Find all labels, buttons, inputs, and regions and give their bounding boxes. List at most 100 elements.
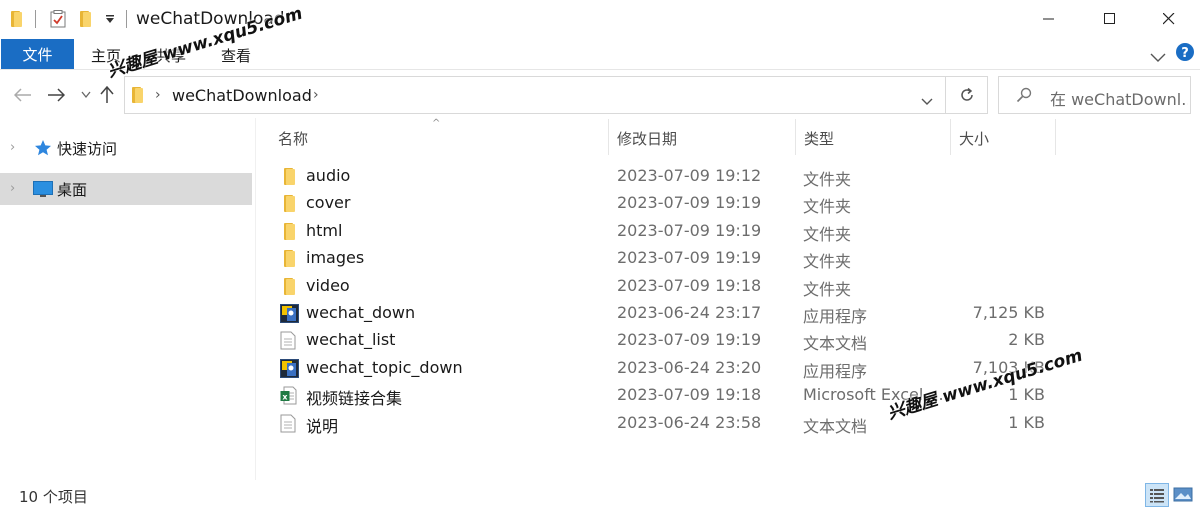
- recent-locations-icon[interactable]: [75, 84, 97, 106]
- maximize-button[interactable]: [1087, 0, 1133, 38]
- toolbar-divider: [35, 10, 36, 28]
- table-row[interactable]: html 2023-07-09 19:19 文件夹: [272, 218, 1057, 245]
- file-name: 视频链接合集: [306, 389, 403, 409]
- sort-ascending-icon: ^: [432, 118, 441, 129]
- desktop-icon: [33, 181, 53, 201]
- help-icon[interactable]: ?: [1175, 42, 1195, 66]
- file-type: 应用程序: [803, 361, 868, 381]
- tab-file[interactable]: 文件: [1, 39, 74, 69]
- file-type: 文本文档: [803, 416, 868, 436]
- column-divider[interactable]: [795, 119, 796, 155]
- close-button[interactable]: [1146, 0, 1192, 38]
- column-header-date[interactable]: 修改日期: [617, 128, 677, 149]
- status-item-count: 10 个项目: [19, 488, 88, 506]
- folder-icon: [131, 87, 145, 103]
- sidebar-item-quick-access[interactable]: › 快速访问: [0, 132, 252, 164]
- file-name: html: [306, 220, 343, 240]
- properties-icon[interactable]: [49, 9, 67, 29]
- file-name: audio: [306, 166, 351, 185]
- file-date: 2023-06-24 23:58: [617, 412, 762, 432]
- column-header-type[interactable]: 类型: [804, 128, 834, 149]
- forward-icon[interactable]: [45, 84, 67, 106]
- search-icon: [1016, 87, 1032, 107]
- file-date: 2023-06-24 23:17: [617, 303, 762, 322]
- sidebar-item-desktop[interactable]: › 桌面: [0, 173, 252, 205]
- text-file-icon: [280, 414, 298, 433]
- search-input[interactable]: 在 weChatDownl...: [998, 76, 1191, 114]
- file-name: wechat_topic_down: [306, 357, 463, 377]
- search-placeholder: 在 weChatDownl...: [1050, 90, 1188, 109]
- column-divider[interactable]: [608, 119, 609, 155]
- chevron-right-icon[interactable]: ›: [10, 140, 15, 155]
- table-row[interactable]: images 2023-07-09 19:19 文件夹: [272, 245, 1057, 272]
- file-type: 文本文档: [803, 334, 868, 354]
- sidebar-item-label: 快速访问: [57, 140, 118, 158]
- file-date: 2023-07-09 19:19: [617, 248, 762, 268]
- file-date: 2023-07-09 19:19: [617, 220, 762, 240]
- file-name: 说明: [306, 416, 339, 436]
- file-type: 文件夹: [803, 170, 852, 189]
- table-row[interactable]: audio 2023-07-09 19:12 文件夹: [272, 163, 1057, 190]
- file-type: 文件夹: [803, 279, 852, 299]
- app-icon: [280, 358, 299, 378]
- customize-toolbar-icon[interactable]: [104, 9, 116, 29]
- details-view-icon[interactable]: [1145, 483, 1169, 507]
- svg-text:x: x: [282, 392, 288, 401]
- file-date: 2023-07-09 19:18: [617, 275, 762, 295]
- toolbar-divider: [126, 10, 127, 28]
- file-name: images: [306, 248, 365, 268]
- file-name: video: [306, 275, 350, 295]
- table-row[interactable]: wechat_down 2023-06-24 23:17 应用程序 7,125 KB: [272, 300, 1057, 327]
- back-icon[interactable]: [12, 84, 34, 106]
- pane-divider[interactable]: [255, 118, 256, 480]
- address-bar[interactable]: › weChatDownload ›: [124, 76, 946, 114]
- file-type: 应用程序: [803, 307, 868, 326]
- title-bar: weChatDownload: [0, 0, 1200, 38]
- expand-ribbon-icon[interactable]: [1150, 48, 1166, 67]
- file-name: cover: [306, 193, 351, 213]
- folder-icon: [280, 167, 298, 186]
- chevron-right-icon[interactable]: ›: [10, 181, 15, 196]
- minimize-button[interactable]: [1026, 0, 1072, 38]
- file-type: 文件夹: [803, 252, 852, 272]
- file-date: 2023-07-09 19:18: [617, 385, 762, 405]
- column-divider[interactable]: [950, 119, 951, 155]
- file-date: 2023-07-09 19:19: [617, 330, 762, 350]
- sidebar-item-label: 桌面: [57, 181, 88, 199]
- excel-icon: x: [280, 386, 298, 405]
- file-size: 1 KB: [1008, 412, 1045, 432]
- navigation-pane: › 快速访问 › 桌面: [0, 118, 255, 478]
- breadcrumb-chevron-icon[interactable]: ›: [155, 87, 161, 103]
- column-divider[interactable]: [1055, 119, 1056, 155]
- breadcrumb-current[interactable]: weChatDownload: [172, 86, 312, 105]
- new-folder-icon[interactable]: [79, 9, 93, 29]
- address-dropdown-icon[interactable]: [921, 91, 933, 110]
- large-icons-view-icon[interactable]: [1172, 483, 1196, 507]
- svg-text:?: ?: [1181, 46, 1189, 61]
- up-icon[interactable]: [96, 84, 118, 106]
- column-header-size[interactable]: 大小: [959, 128, 989, 149]
- refresh-button[interactable]: [946, 76, 988, 114]
- file-date: 2023-07-09 19:19: [617, 193, 762, 213]
- column-header-name[interactable]: 名称: [278, 128, 308, 149]
- file-type: 文件夹: [803, 197, 852, 217]
- file-name: wechat_down: [306, 303, 416, 322]
- table-row[interactable]: 说明 2023-06-24 23:58 文本文档 1 KB: [272, 410, 1057, 437]
- star-icon: [34, 139, 52, 161]
- table-row[interactable]: wechat_topic_down 2023-06-24 23:20 应用程序 7,1…: [272, 355, 1057, 382]
- breadcrumb-chevron-icon[interactable]: ›: [313, 87, 319, 103]
- app-icon: [280, 304, 299, 323]
- tab-view[interactable]: 查看: [221, 45, 251, 66]
- file-date: 2023-06-24 23:20: [617, 357, 762, 377]
- file-name: wechat_list: [306, 330, 396, 350]
- table-row[interactable]: video 2023-07-09 19:18 文件夹: [272, 273, 1057, 300]
- folder-icon: [280, 194, 298, 213]
- file-type: 文件夹: [803, 224, 852, 244]
- table-row[interactable]: wechat_list 2023-07-09 19:19 文本文档 2 KB: [272, 327, 1057, 354]
- folder-icon: [280, 222, 298, 241]
- folder-icon: [10, 9, 24, 29]
- text-file-icon: [280, 331, 298, 350]
- file-size: 7,125 KB: [972, 303, 1045, 322]
- file-size: 2 KB: [1008, 330, 1045, 350]
- table-row[interactable]: cover 2023-07-09 19:19 文件夹: [272, 190, 1057, 217]
